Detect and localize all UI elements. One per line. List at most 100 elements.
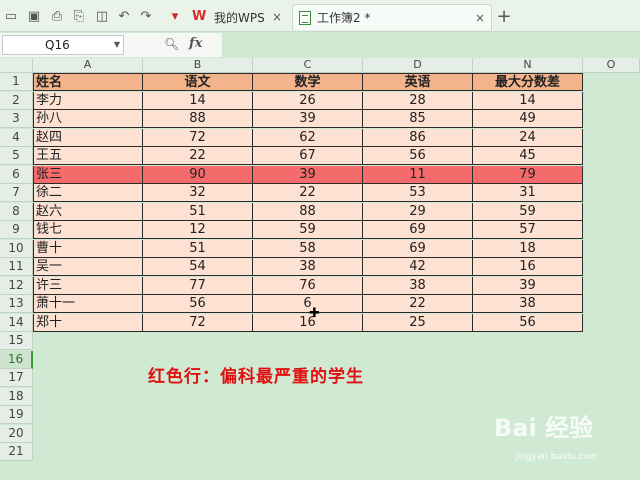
print-icon[interactable]: ⎘	[70, 7, 88, 25]
table-cell[interactable]: 59	[253, 221, 363, 239]
table-cell[interactable]: 56	[363, 147, 473, 165]
table-cell[interactable]: 69	[363, 239, 473, 258]
row-header-12[interactable]: 12	[0, 276, 33, 295]
add-tab-button[interactable]: +	[495, 6, 513, 27]
table-cell[interactable]: 萧十一	[33, 295, 143, 313]
tab-my-wps[interactable]: W 我的WPS ×	[188, 4, 288, 30]
row-header-21[interactable]: 21	[0, 443, 33, 461]
table-cell[interactable]: 16	[473, 258, 583, 276]
table-cell[interactable]: 曹十	[33, 239, 143, 258]
row-header-6[interactable]: 6	[0, 165, 33, 184]
table-cell[interactable]: 姓名	[33, 73, 143, 91]
print-preview-icon[interactable]: ◫	[93, 7, 111, 25]
row-header-9[interactable]: 9	[0, 221, 33, 239]
table-cell[interactable]: 51	[143, 202, 253, 221]
close-icon[interactable]: ×	[272, 10, 282, 24]
row-header-1[interactable]: 1	[0, 73, 33, 91]
row-header-13[interactable]: 13	[0, 295, 33, 313]
more-icon[interactable]: ▾	[166, 7, 184, 25]
table-cell[interactable]: 56	[473, 313, 583, 332]
table-cell[interactable]: 69	[363, 221, 473, 239]
row-header-20[interactable]: 20	[0, 424, 33, 443]
table-cell[interactable]: 88	[143, 110, 253, 128]
table-cell[interactable]: 38	[363, 276, 473, 295]
table-cell[interactable]: 57	[473, 221, 583, 239]
table-cell[interactable]: 英语	[363, 73, 473, 91]
table-cell[interactable]: 吴一	[33, 258, 143, 276]
table-cell[interactable]: 徐二	[33, 184, 143, 202]
table-cell[interactable]: 85	[363, 110, 473, 128]
table-cell[interactable]: 28	[363, 91, 473, 110]
table-cell[interactable]: 39	[473, 276, 583, 295]
table-cell[interactable]: 16	[253, 313, 363, 332]
column-header-b[interactable]: B	[143, 58, 253, 73]
table-cell[interactable]: 钱七	[33, 221, 143, 239]
table-cell[interactable]: 86	[363, 128, 473, 147]
table-cell[interactable]: 26	[253, 91, 363, 110]
table-cell[interactable]: 32	[143, 184, 253, 202]
table-cell[interactable]: 22	[363, 295, 473, 313]
table-cell[interactable]: 22	[143, 147, 253, 165]
close-icon[interactable]: ×	[475, 11, 485, 25]
table-cell[interactable]: 22	[253, 184, 363, 202]
table-cell[interactable]: 6	[253, 295, 363, 313]
chevron-down-icon[interactable]: ▼	[114, 36, 120, 54]
column-header-d[interactable]: D	[363, 58, 473, 73]
table-cell[interactable]: 58	[253, 239, 363, 258]
row-header-14[interactable]: 14	[0, 313, 33, 332]
row-header-10[interactable]: 10	[0, 239, 33, 258]
table-cell[interactable]: 赵四	[33, 128, 143, 147]
table-cell[interactable]: 77	[143, 276, 253, 295]
formula-input[interactable]	[222, 33, 640, 57]
tab-workbook[interactable]: 工作簿2 * ×	[292, 4, 492, 30]
table-cell[interactable]: 最大分数差	[473, 73, 583, 91]
table-cell[interactable]: 24	[473, 128, 583, 147]
row-header-17[interactable]: 17	[0, 369, 33, 387]
table-cell[interactable]: 49	[473, 110, 583, 128]
fx-icon[interactable]: fx	[189, 36, 202, 51]
column-header-c[interactable]: C	[253, 58, 363, 73]
row-header-4[interactable]: 4	[0, 128, 33, 147]
column-header-n[interactable]: N	[473, 58, 583, 73]
column-header-a[interactable]: A	[33, 58, 143, 73]
table-cell[interactable]: 张三	[33, 165, 143, 184]
row-header-8[interactable]: 8	[0, 202, 33, 221]
table-cell[interactable]: 56	[143, 295, 253, 313]
row-header-7[interactable]: 7	[0, 184, 33, 202]
table-cell[interactable]: 25	[363, 313, 473, 332]
table-cell[interactable]: 90	[143, 165, 253, 184]
table-cell[interactable]: 18	[473, 239, 583, 258]
table-cell[interactable]: 12	[143, 221, 253, 239]
table-cell[interactable]: 42	[363, 258, 473, 276]
table-cell[interactable]: 许三	[33, 276, 143, 295]
row-header-11[interactable]: 11	[0, 258, 33, 276]
table-cell[interactable]: 11	[363, 165, 473, 184]
save-icon[interactable]: ▣	[25, 7, 43, 25]
export-pdf-icon[interactable]: ⎙	[48, 7, 66, 25]
table-cell[interactable]: 王五	[33, 147, 143, 165]
column-header-o[interactable]: O	[583, 58, 640, 73]
table-cell[interactable]: 72	[143, 313, 253, 332]
table-cell[interactable]: 孙八	[33, 110, 143, 128]
table-cell[interactable]: 14	[473, 91, 583, 110]
table-cell[interactable]: 39	[253, 110, 363, 128]
table-cell[interactable]: 72	[143, 128, 253, 147]
table-cell[interactable]: 38	[473, 295, 583, 313]
undo-icon[interactable]: ↶	[115, 7, 133, 25]
row-header-3[interactable]: 3	[0, 110, 33, 128]
table-cell[interactable]: 67	[253, 147, 363, 165]
table-cell[interactable]: 59	[473, 202, 583, 221]
row-header-18[interactable]: 18	[0, 387, 33, 406]
row-header-16[interactable]: 16	[0, 350, 33, 369]
table-cell[interactable]: 数学	[253, 73, 363, 91]
redo-icon[interactable]: ↷	[137, 7, 155, 25]
table-cell[interactable]: 54	[143, 258, 253, 276]
row-header-19[interactable]: 19	[0, 406, 33, 424]
folder-icon[interactable]: ▭	[2, 7, 20, 25]
table-cell[interactable]: 31	[473, 184, 583, 202]
table-cell[interactable]: 88	[253, 202, 363, 221]
table-cell[interactable]: 62	[253, 128, 363, 147]
table-cell[interactable]: 14	[143, 91, 253, 110]
row-header-5[interactable]: 5	[0, 147, 33, 165]
table-cell[interactable]: 29	[363, 202, 473, 221]
